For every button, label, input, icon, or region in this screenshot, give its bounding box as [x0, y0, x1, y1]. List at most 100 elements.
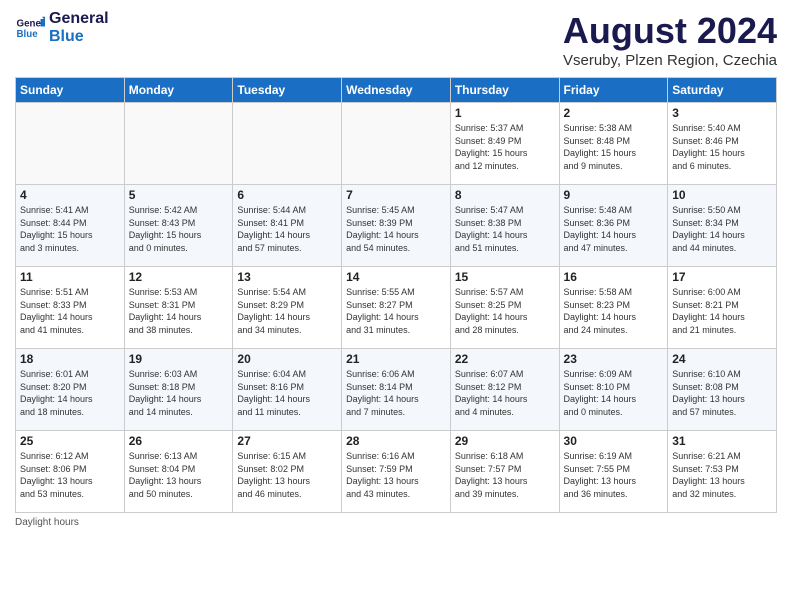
day-number: 17	[672, 270, 772, 284]
day-cell: 13 Sunrise: 5:54 AM Sunset: 8:29 PM Dayli…	[233, 267, 342, 349]
day-cell: 11 Sunrise: 5:51 AM Sunset: 8:33 PM Dayli…	[16, 267, 125, 349]
day-number: 19	[129, 352, 229, 366]
day-info: Sunrise: 6:03 AM Sunset: 8:18 PM Dayligh…	[129, 368, 229, 418]
weekday-wednesday: Wednesday	[342, 78, 451, 103]
logo-blue: Blue	[49, 28, 109, 46]
day-info: Sunrise: 5:37 AM Sunset: 8:49 PM Dayligh…	[455, 122, 555, 172]
day-cell: 27 Sunrise: 6:15 AM Sunset: 8:02 PM Dayli…	[233, 431, 342, 513]
day-cell: 21 Sunrise: 6:06 AM Sunset: 8:14 PM Dayli…	[342, 349, 451, 431]
week-row-3: 11 Sunrise: 5:51 AM Sunset: 8:33 PM Dayli…	[16, 267, 777, 349]
day-number: 6	[237, 188, 337, 202]
day-cell: 12Sunrise: 5:53 AM Sunset: 8:31 PM Dayli…	[124, 267, 233, 349]
day-cell: 4 Sunrise: 5:41 AM Sunset: 8:44 PM Daylig…	[16, 185, 125, 267]
location: Vseruby, Plzen Region, Czechia	[563, 52, 777, 69]
page: General Blue General Blue August 2024 Vs…	[0, 0, 792, 612]
day-number: 9	[564, 188, 664, 202]
day-cell: 2Sunrise: 5:38 AM Sunset: 8:48 PM Daylig…	[559, 103, 668, 185]
day-number: 18	[20, 352, 120, 366]
day-cell: 5Sunrise: 5:42 AM Sunset: 8:43 PM Daylig…	[124, 185, 233, 267]
day-info: Sunrise: 6:21 AM Sunset: 7:53 PM Dayligh…	[672, 450, 772, 500]
day-cell: 19 Sunrise: 6:03 AM Sunset: 8:18 PM Dayli…	[124, 349, 233, 431]
day-cell: 30Sunrise: 6:19 AM Sunset: 7:55 PM Dayli…	[559, 431, 668, 513]
day-info: Sunrise: 5:47 AM Sunset: 8:38 PM Dayligh…	[455, 204, 555, 254]
day-info: Sunrise: 6:13 AM Sunset: 8:04 PM Dayligh…	[129, 450, 229, 500]
day-number: 13	[237, 270, 337, 284]
header: General Blue General Blue August 2024 Vs…	[15, 10, 777, 69]
day-number: 12	[129, 270, 229, 284]
footer-note: Daylight hours	[15, 517, 777, 528]
weekday-friday: Friday	[559, 78, 668, 103]
day-cell: 23 Sunrise: 6:09 AM Sunset: 8:10 PM Dayli…	[559, 349, 668, 431]
day-cell: 16 Sunrise: 5:58 AM Sunset: 8:23 PM Dayli…	[559, 267, 668, 349]
day-cell: 8 Sunrise: 5:47 AM Sunset: 8:38 PM Daylig…	[450, 185, 559, 267]
day-info: Sunrise: 6:15 AM Sunset: 8:02 PM Dayligh…	[237, 450, 337, 500]
day-cell: 26 Sunrise: 6:13 AM Sunset: 8:04 PM Dayli…	[124, 431, 233, 513]
day-info: Sunrise: 5:44 AM Sunset: 8:41 PM Dayligh…	[237, 204, 337, 254]
day-cell: 29Sunrise: 6:18 AM Sunset: 7:57 PM Dayli…	[450, 431, 559, 513]
day-number: 29	[455, 434, 555, 448]
day-info: Sunrise: 6:19 AM Sunset: 7:55 PM Dayligh…	[564, 450, 664, 500]
day-cell: 15 Sunrise: 5:57 AM Sunset: 8:25 PM Dayli…	[450, 267, 559, 349]
day-number: 22	[455, 352, 555, 366]
day-cell: 31 Sunrise: 6:21 AM Sunset: 7:53 PM Dayli…	[668, 431, 777, 513]
weekday-saturday: Saturday	[668, 78, 777, 103]
day-cell: 20 Sunrise: 6:04 AM Sunset: 8:16 PM Dayli…	[233, 349, 342, 431]
day-cell	[342, 103, 451, 185]
day-number: 26	[129, 434, 229, 448]
weekday-thursday: Thursday	[450, 78, 559, 103]
day-number: 8	[455, 188, 555, 202]
week-row-1: 1Sunrise: 5:37 AM Sunset: 8:49 PM Daylig…	[16, 103, 777, 185]
day-number: 14	[346, 270, 446, 284]
day-number: 21	[346, 352, 446, 366]
day-cell: 9 Sunrise: 5:48 AM Sunset: 8:36 PM Daylig…	[559, 185, 668, 267]
day-number: 31	[672, 434, 772, 448]
day-info: Sunrise: 5:55 AM Sunset: 8:27 PM Dayligh…	[346, 286, 446, 336]
day-number: 7	[346, 188, 446, 202]
svg-text:Blue: Blue	[17, 29, 39, 40]
weekday-header-row: SundayMondayTuesdayWednesdayThursdayFrid…	[16, 78, 777, 103]
day-number: 16	[564, 270, 664, 284]
day-cell	[124, 103, 233, 185]
weekday-tuesday: Tuesday	[233, 78, 342, 103]
day-info: Sunrise: 6:09 AM Sunset: 8:10 PM Dayligh…	[564, 368, 664, 418]
day-cell: 1Sunrise: 5:37 AM Sunset: 8:49 PM Daylig…	[450, 103, 559, 185]
calendar-table: SundayMondayTuesdayWednesdayThursdayFrid…	[15, 77, 777, 513]
week-row-4: 18Sunrise: 6:01 AM Sunset: 8:20 PM Dayli…	[16, 349, 777, 431]
day-info: Sunrise: 5:50 AM Sunset: 8:34 PM Dayligh…	[672, 204, 772, 254]
weekday-monday: Monday	[124, 78, 233, 103]
logo: General Blue General Blue	[15, 10, 109, 45]
week-row-2: 4 Sunrise: 5:41 AM Sunset: 8:44 PM Daylig…	[16, 185, 777, 267]
day-info: Sunrise: 6:00 AM Sunset: 8:21 PM Dayligh…	[672, 286, 772, 336]
day-number: 2	[564, 106, 664, 120]
day-info: Sunrise: 5:48 AM Sunset: 8:36 PM Dayligh…	[564, 204, 664, 254]
day-info: Sunrise: 6:07 AM Sunset: 8:12 PM Dayligh…	[455, 368, 555, 418]
day-info: Sunrise: 6:16 AM Sunset: 7:59 PM Dayligh…	[346, 450, 446, 500]
day-info: Sunrise: 5:57 AM Sunset: 8:25 PM Dayligh…	[455, 286, 555, 336]
day-cell: 10 Sunrise: 5:50 AM Sunset: 8:34 PM Dayli…	[668, 185, 777, 267]
day-info: Sunrise: 6:06 AM Sunset: 8:14 PM Dayligh…	[346, 368, 446, 418]
day-info: Sunrise: 6:12 AM Sunset: 8:06 PM Dayligh…	[20, 450, 120, 500]
day-number: 20	[237, 352, 337, 366]
day-info: Sunrise: 6:04 AM Sunset: 8:16 PM Dayligh…	[237, 368, 337, 418]
day-cell	[16, 103, 125, 185]
day-info: Sunrise: 5:41 AM Sunset: 8:44 PM Dayligh…	[20, 204, 120, 254]
day-number: 23	[564, 352, 664, 366]
day-cell: 6 Sunrise: 5:44 AM Sunset: 8:41 PM Daylig…	[233, 185, 342, 267]
day-cell: 28 Sunrise: 6:16 AM Sunset: 7:59 PM Dayli…	[342, 431, 451, 513]
day-cell: 18Sunrise: 6:01 AM Sunset: 8:20 PM Dayli…	[16, 349, 125, 431]
day-info: Sunrise: 6:10 AM Sunset: 8:08 PM Dayligh…	[672, 368, 772, 418]
day-number: 28	[346, 434, 446, 448]
day-number: 15	[455, 270, 555, 284]
day-number: 11	[20, 270, 120, 284]
day-cell: 24Sunrise: 6:10 AM Sunset: 8:08 PM Dayli…	[668, 349, 777, 431]
day-cell: 7Sunrise: 5:45 AM Sunset: 8:39 PM Daylig…	[342, 185, 451, 267]
day-cell	[233, 103, 342, 185]
day-number: 10	[672, 188, 772, 202]
day-cell: 25Sunrise: 6:12 AM Sunset: 8:06 PM Dayli…	[16, 431, 125, 513]
day-info: Sunrise: 5:58 AM Sunset: 8:23 PM Dayligh…	[564, 286, 664, 336]
day-number: 27	[237, 434, 337, 448]
day-cell: 22 Sunrise: 6:07 AM Sunset: 8:12 PM Dayli…	[450, 349, 559, 431]
day-info: Sunrise: 5:51 AM Sunset: 8:33 PM Dayligh…	[20, 286, 120, 336]
day-number: 4	[20, 188, 120, 202]
day-info: Sunrise: 5:54 AM Sunset: 8:29 PM Dayligh…	[237, 286, 337, 336]
